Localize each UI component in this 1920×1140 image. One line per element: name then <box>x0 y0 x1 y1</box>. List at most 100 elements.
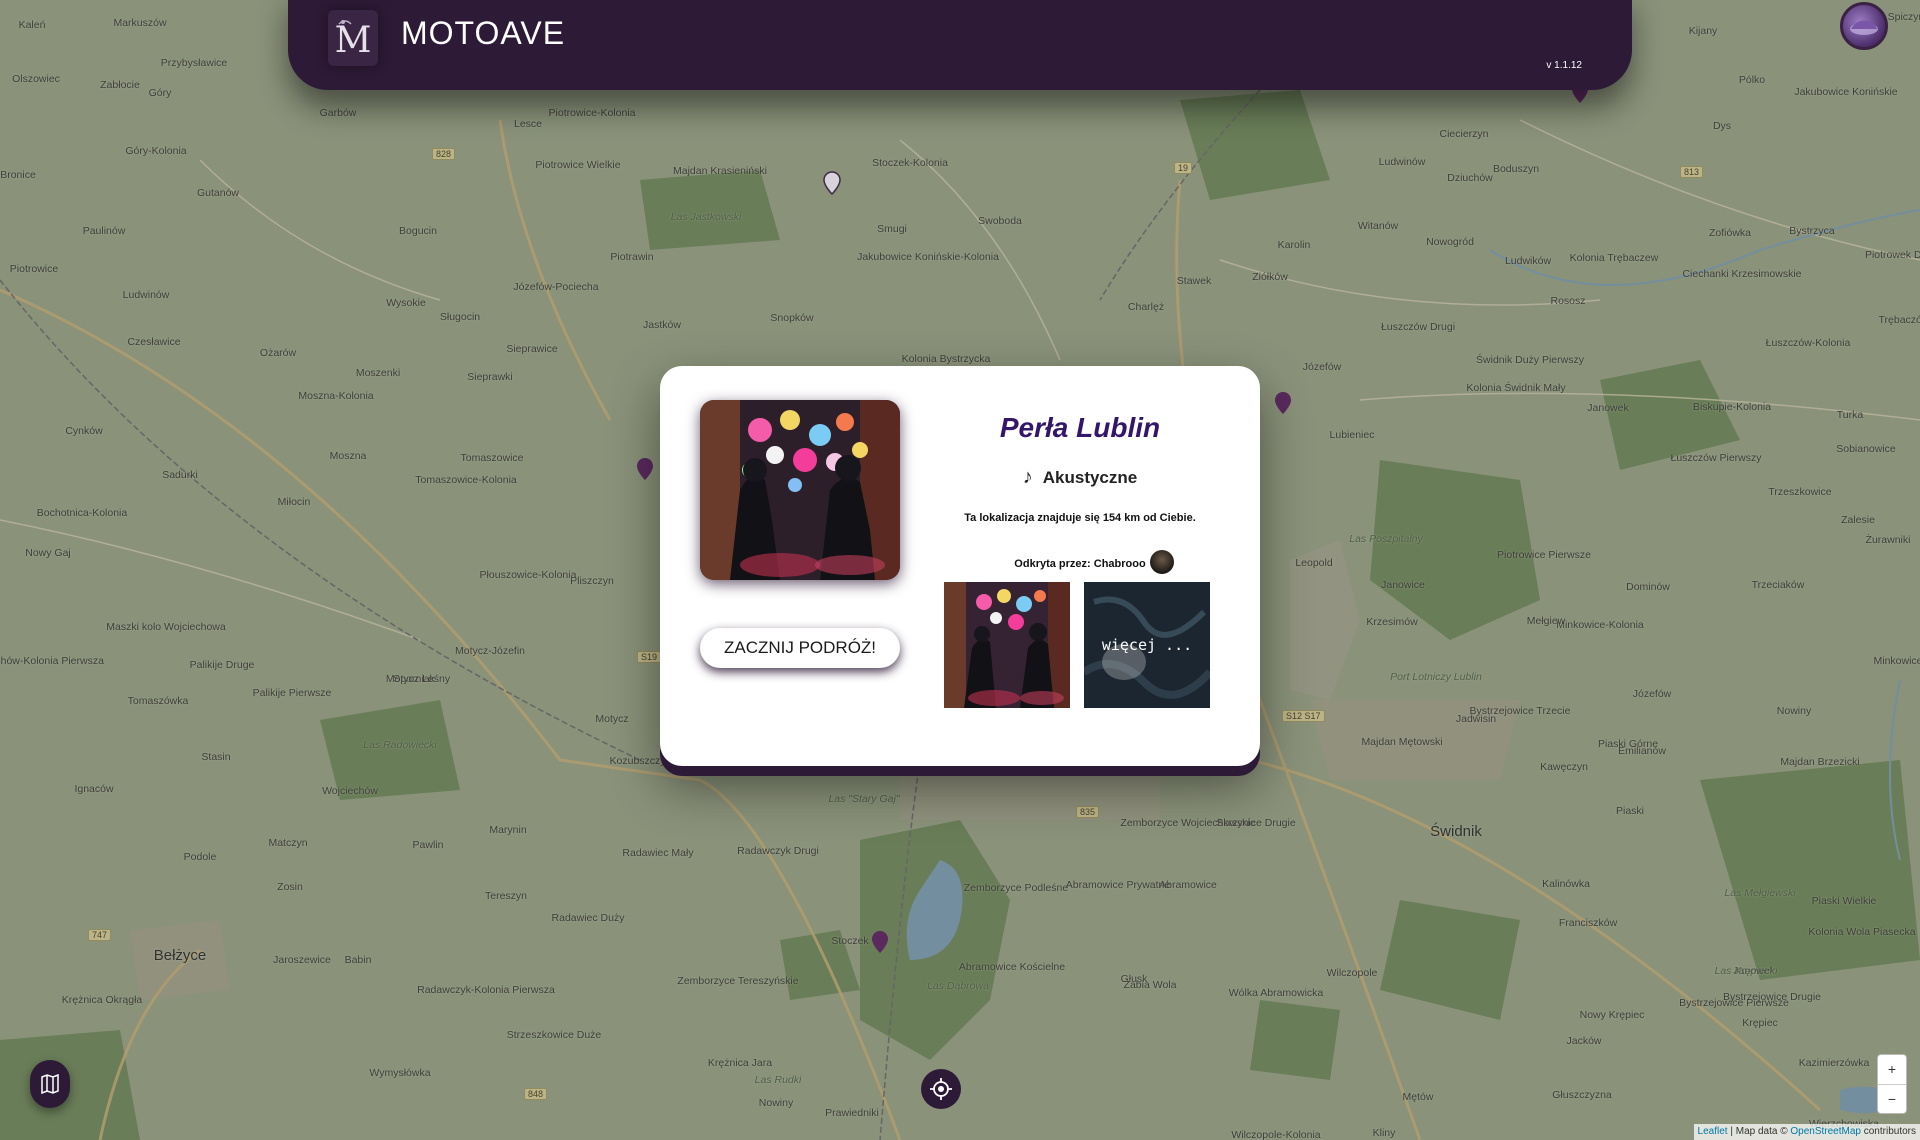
user-avatar[interactable] <box>1840 2 1888 50</box>
map-marker[interactable] <box>871 930 889 954</box>
map-place-label: Piaski <box>1615 805 1645 817</box>
map-place-label: Witanów <box>1357 220 1399 232</box>
map-area-label: Las Jastkowski <box>670 211 742 223</box>
map-place-label: Majdan Brzezicki <box>1780 756 1860 768</box>
map-place-label: Kliny <box>1372 1127 1396 1139</box>
location-category: ♪ Akustyczne <box>930 466 1230 489</box>
road-number-label: 848 <box>524 1088 548 1100</box>
map-place-label: Wólka Abramowicka <box>1228 987 1324 999</box>
location-photo[interactable] <box>700 400 900 580</box>
music-note-icon: ♪ <box>1022 466 1033 488</box>
map-place-label: Piotrowek Drugi <box>1864 249 1920 261</box>
map-place-label: Jakubowice Konińskie <box>1794 86 1898 98</box>
map-place-label: Pólko <box>1738 74 1766 86</box>
map-marker[interactable] <box>1274 391 1292 415</box>
map-marker[interactable] <box>636 457 654 481</box>
map-place-label: Miłocin <box>277 496 311 508</box>
map-place-label: Krężnica Jara <box>707 1057 773 1069</box>
map-place-label: Boduszyn <box>1492 163 1540 175</box>
map-place-label: Przybysławice <box>160 57 228 69</box>
map-place-label: Krępiec <box>1742 1017 1778 1029</box>
map-area-label: Las Radowiecki <box>363 739 437 751</box>
map-place-label: Moszna <box>329 450 367 462</box>
map-place-label: Gutanów <box>196 187 240 199</box>
attribution-separator: | Map data © <box>1730 1126 1788 1137</box>
map-place-label: Nowy Gaj <box>25 547 71 559</box>
map-place-label: Garbów <box>319 107 357 119</box>
zoom-out-button[interactable]: − <box>1878 1085 1906 1114</box>
map-place-label: Rososz <box>1550 295 1586 307</box>
svg-text:M: M <box>335 20 372 60</box>
osm-link[interactable]: OpenStreetMap <box>1790 1126 1861 1137</box>
map-place-label: Płouszowice-Kolonia <box>479 569 577 581</box>
map-icon[interactable] <box>30 1060 70 1108</box>
map-place-label: Mętów <box>1402 1091 1434 1103</box>
map-place-label: Jakubowice Konińskie-Kolonia <box>857 251 999 263</box>
map-place-label: Piotrowice-Kolonia <box>548 107 636 119</box>
map-attribution: Leaflet | Map data © OpenStreetMap contr… <box>1693 1124 1920 1140</box>
map-place-label: Biskupie-Kolonia <box>1692 401 1772 413</box>
map-place-label: Janowek <box>1587 402 1629 414</box>
map-place-label: Abramowice Kościelne <box>958 961 1066 973</box>
map-place-label: Świdnik <box>1430 823 1482 840</box>
start-journey-button[interactable]: ZACZNIJ PODRÓŻ! <box>700 628 900 668</box>
map-place-label: Sieprawki <box>467 371 513 383</box>
map-place-label: Nowiny <box>758 1097 794 1109</box>
map-place-label: Paulinów <box>82 225 126 237</box>
m-logo-icon[interactable]: M <box>328 10 378 66</box>
map-place-label: Ciechanki Krzesimowskie <box>1682 268 1802 280</box>
map-place-label: Motycz <box>595 713 629 725</box>
map-place-label: Wilczopole-Kolonia <box>1231 1129 1321 1140</box>
leaflet-link[interactable]: Leaflet <box>1698 1126 1728 1137</box>
map-place-label: Bystrzyca <box>1789 225 1835 237</box>
app-version: v 1.1.12 <box>1546 60 1582 71</box>
map-place-label: Kalinówka <box>1542 878 1590 890</box>
map-place-label: Krężnica Okrągła <box>61 994 143 1006</box>
map-area-label: Las "Stary Gaj" <box>828 793 900 805</box>
map-place-label: Lubieniec <box>1329 429 1375 441</box>
map-place-label: Moszna-Kolonia <box>298 390 374 402</box>
more-label: więcej ... <box>1101 636 1193 654</box>
brand-name[interactable]: MOTOAVE <box>401 15 565 52</box>
map-place-label: Majdan Mętowski <box>1361 736 1443 748</box>
map-place-label: Sadurki <box>162 469 198 481</box>
discoverer-avatar[interactable] <box>1150 550 1174 574</box>
gallery-thumbnail[interactable] <box>944 582 1070 708</box>
map-place-label: Piotrowice <box>9 263 59 275</box>
map-place-label: Stawek <box>1176 275 1212 287</box>
map-place-label: Bochotnica-Kolonia <box>36 507 128 519</box>
road-number-label: S12 S17 <box>1282 710 1325 722</box>
crosshair-icon[interactable] <box>921 1069 961 1109</box>
map-area-label: Las Dąbrowa <box>927 980 989 992</box>
map-place-label: Stoczek <box>831 935 869 947</box>
map-place-label: Pliszczyn <box>570 575 614 587</box>
map-place-label: Sobianowice <box>1836 443 1896 455</box>
map-place-label: Franciszków <box>1558 917 1618 929</box>
map-area-label: Las Mełgiewski <box>1724 887 1796 899</box>
road-number-label: S19 <box>637 651 662 663</box>
map-place-label: Matczyn <box>268 837 308 849</box>
road-number-label: 813 <box>1680 166 1704 178</box>
road-number-label: 828 <box>432 148 456 160</box>
map-place-label: Nowogród <box>1426 236 1474 248</box>
map-marker[interactable] <box>823 171 841 195</box>
map-place-label: Sługocin <box>439 311 481 323</box>
map-place-label: Bystrzejowice Drugie <box>1722 991 1822 1003</box>
road-number-label: 19 <box>1174 162 1193 174</box>
map-place-label: Abramowice Prywatne <box>1065 879 1171 891</box>
map-place-label: Bełżyce <box>153 947 207 964</box>
map-place-label: Piotrowice Wielkie <box>535 159 621 171</box>
map-place-label: Radawczyk-Kolonia Pierwsza <box>417 984 555 996</box>
map-place-label: Prawiedniki <box>825 1107 879 1119</box>
map-place-label: Cynków <box>65 425 103 437</box>
category-label: Akustyczne <box>1042 468 1138 487</box>
map-place-label: Świdnik Duży Pierwszy <box>1476 354 1584 366</box>
map-place-label: Piotrawin <box>610 251 654 263</box>
zoom-in-button[interactable]: + <box>1878 1055 1906 1085</box>
more-photos-button[interactable]: więcej ... <box>1084 582 1210 708</box>
map-place-label: Kolonia Trębaczew <box>1569 252 1659 264</box>
map-place-label: Marynin <box>489 824 527 836</box>
map-area-label: Las Krępiecki <box>1714 965 1778 977</box>
map-place-label: Pawlin <box>412 839 444 851</box>
map-place-label: Góry <box>148 87 172 99</box>
